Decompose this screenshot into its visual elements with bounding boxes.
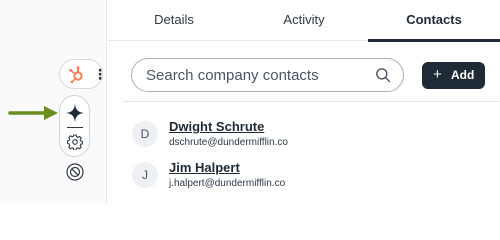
contact-list-item: J Jim Halpert j.halpert@dundermifflin.co: [128, 157, 488, 193]
divider: [123, 101, 500, 102]
search-icon[interactable]: [375, 67, 391, 83]
sparkle-icon[interactable]: [65, 103, 85, 123]
avatar: D: [132, 121, 158, 147]
settings-gear-icon[interactable]: [67, 134, 83, 150]
contact-email: j.halpert@dundermifflin.co: [169, 178, 286, 189]
tab-contacts[interactable]: Contacts: [368, 0, 500, 42]
contact-name-link[interactable]: Dwight Schrute: [169, 119, 264, 134]
contact-name-link[interactable]: Jim Halpert: [169, 160, 240, 175]
more-vertical-icon[interactable]: ⋮: [93, 66, 107, 82]
pointer-arrow-icon: [6, 106, 58, 120]
plus-icon: +: [433, 66, 442, 83]
block-icon[interactable]: [66, 163, 84, 181]
add-contact-button[interactable]: + Add: [422, 62, 485, 89]
tab-bar: Details Activity Contacts: [108, 0, 500, 42]
avatar: J: [132, 162, 158, 188]
ai-tools-panel: [59, 95, 90, 157]
record-sidebar-panel: Details Activity Contacts + Add D Dwight…: [108, 0, 500, 203]
hubspot-logo-icon: [67, 65, 87, 85]
hubspot-app-pill[interactable]: ⋮: [59, 59, 107, 89]
tab-details[interactable]: Details: [108, 0, 240, 41]
contact-list-item: D Dwight Schrute dschrute@dundermifflin.…: [128, 116, 488, 152]
contact-email: dschrute@dundermifflin.co: [169, 137, 288, 148]
add-button-label: Add: [451, 68, 475, 82]
search-field: [131, 58, 404, 92]
tab-activity[interactable]: Activity: [240, 0, 368, 41]
search-input[interactable]: [146, 59, 376, 91]
panel-divider: [67, 127, 83, 128]
left-sidebar: ⋮: [0, 0, 107, 203]
